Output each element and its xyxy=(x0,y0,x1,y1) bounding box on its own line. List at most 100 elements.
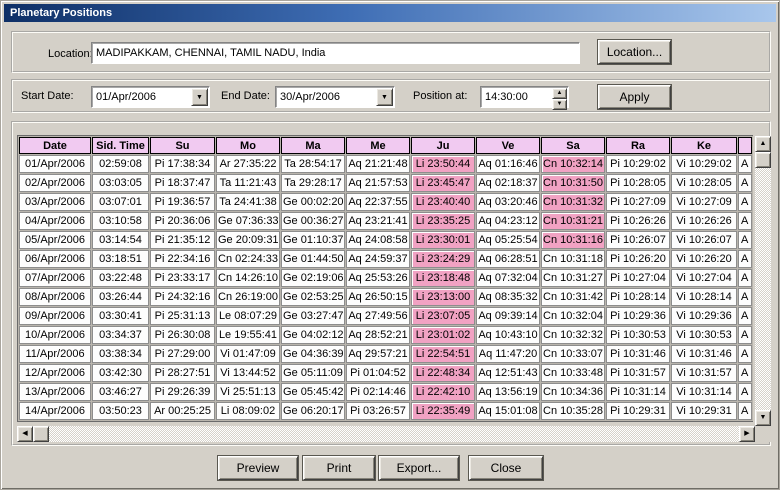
cell-sa: Cn 10:34:36 xyxy=(541,383,605,401)
column-header-ma: Ma xyxy=(281,137,345,154)
column-header-ju: Ju xyxy=(411,137,475,154)
cell-ju: Li 22:42:10 xyxy=(411,383,475,401)
start-date-label: Start Date: xyxy=(21,90,74,102)
table-row[interactable]: 12/Apr/2006 03:42:30 Pi 28:27:51 Vi 13:44:5… xyxy=(19,364,752,382)
table-row[interactable]: 05/Apr/2006 03:14:54 Pi 21:35:12 Ge 20:09:3… xyxy=(19,231,752,249)
cell-partial: A xyxy=(738,307,752,325)
scroll-left-arrow-icon[interactable]: ◀ xyxy=(17,426,33,442)
cell-mo: Cn 26:19:00 xyxy=(216,288,280,306)
table-row[interactable]: 04/Apr/2006 03:10:58 Pi 20:36:06 Ge 07:36:3… xyxy=(19,212,752,230)
cell-ra: Pi 10:28:05 xyxy=(606,174,670,192)
cell-partial: A xyxy=(738,269,752,287)
cell-ve: Aq 10:43:10 xyxy=(476,326,540,344)
table-row[interactable]: 02/Apr/2006 03:03:05 Pi 18:37:47 Ta 11:21:4… xyxy=(19,174,752,192)
cell-ke: Vi 10:29:36 xyxy=(671,307,737,325)
cell-ra: Pi 10:29:36 xyxy=(606,307,670,325)
cell-ra: Pi 10:26:07 xyxy=(606,231,670,249)
cell-me: Pi 01:04:52 xyxy=(346,364,410,382)
positions-table: Date Sid. Time Su Mo Ma Me Ju Ve Sa Ra Ke 01/Apr/2… xyxy=(17,135,753,422)
cell-ju: Li 23:01:02 xyxy=(411,326,475,344)
location-button[interactable]: Location... xyxy=(597,39,672,65)
column-header-partial xyxy=(738,137,752,154)
cell-su: Pi 26:30:08 xyxy=(150,326,215,344)
table-row[interactable]: 09/Apr/2006 03:30:41 Pi 25:31:13 Le 08:07:2… xyxy=(19,307,752,325)
table-row[interactable]: 01/Apr/2006 02:59:08 Pi 17:38:34 Ar 27:35:2… xyxy=(19,155,752,173)
cell-ma: Ge 00:02:20 xyxy=(281,193,345,211)
cell-me: Aq 21:57:53 xyxy=(346,174,410,192)
print-button[interactable]: Print xyxy=(302,455,376,481)
table-row[interactable]: 06/Apr/2006 03:18:51 Pi 22:34:16 Cn 02:24:3… xyxy=(19,250,752,268)
table-row[interactable]: 08/Apr/2006 03:26:44 Pi 24:32:16 Cn 26:19:0… xyxy=(19,288,752,306)
cell-ke: Vi 10:29:31 xyxy=(671,402,737,420)
start-date-combobox[interactable]: 01/Apr/2006 ▼ xyxy=(91,86,210,108)
cell-partial: A xyxy=(738,364,752,382)
cell-mo: Ge 20:09:31 xyxy=(216,231,280,249)
apply-button[interactable]: Apply xyxy=(597,84,672,110)
cell-partial: A xyxy=(738,345,752,363)
end-date-dropdown-arrow-icon[interactable]: ▼ xyxy=(376,88,393,106)
cell-me: Aq 26:50:15 xyxy=(346,288,410,306)
table-row[interactable]: 03/Apr/2006 03:07:01 Pi 19:36:57 Ta 24:41:3… xyxy=(19,193,752,211)
cell-ve: Aq 15:01:08 xyxy=(476,402,540,420)
cell-partial: A xyxy=(738,288,752,306)
scroll-up-arrow-icon[interactable]: ▲ xyxy=(755,136,771,152)
scroll-down-arrow-icon[interactable]: ▼ xyxy=(755,410,771,426)
position-time-spinner[interactable]: 14:30:00 ▲ ▼ xyxy=(480,86,569,110)
location-value: MADIPAKKAM, CHENNAI, TAMIL NADU, India xyxy=(96,47,326,59)
table-row[interactable]: 07/Apr/2006 03:22:48 Pi 23:33:17 Cn 14:26:1… xyxy=(19,269,752,287)
cell-mo: Cn 14:26:10 xyxy=(216,269,280,287)
cell-partial: A xyxy=(738,174,752,192)
preview-button[interactable]: Preview xyxy=(217,455,299,481)
column-header-ra: Ra xyxy=(606,137,670,154)
location-input[interactable]: MADIPAKKAM, CHENNAI, TAMIL NADU, India xyxy=(91,42,580,64)
cell-sa: Cn 10:35:28 xyxy=(541,402,605,420)
close-button[interactable]: Close xyxy=(468,455,544,481)
export-button[interactable]: Export... xyxy=(378,455,460,481)
horizontal-scrollbar[interactable]: ◀ ▶ xyxy=(17,426,755,442)
cell-sid-time: 03:30:41 xyxy=(92,307,149,325)
spinner-down-icon[interactable]: ▼ xyxy=(552,99,567,110)
table-row[interactable]: 14/Apr/2006 03:50:23 Ar 00:25:25 Li 08:09:0… xyxy=(19,402,752,420)
vertical-scroll-thumb[interactable] xyxy=(755,152,771,168)
scroll-right-arrow-icon[interactable]: ▶ xyxy=(739,426,755,442)
cell-sa: Cn 10:32:32 xyxy=(541,326,605,344)
table-row[interactable]: 10/Apr/2006 03:34:37 Pi 26:30:08 Le 19:55:4… xyxy=(19,326,752,344)
cell-ke: Vi 10:26:26 xyxy=(671,212,737,230)
end-date-combobox[interactable]: 30/Apr/2006 ▼ xyxy=(275,86,395,108)
vertical-scrollbar[interactable]: ▲ ▼ xyxy=(755,136,771,426)
cell-su: Pi 25:31:13 xyxy=(150,307,215,325)
cell-ra: Pi 10:28:14 xyxy=(606,288,670,306)
cell-date: 07/Apr/2006 xyxy=(19,269,91,287)
cell-sid-time: 03:26:44 xyxy=(92,288,149,306)
table-row[interactable]: 11/Apr/2006 03:38:34 Pi 27:29:00 Vi 01:47:0… xyxy=(19,345,752,363)
cell-mo: Le 19:55:41 xyxy=(216,326,280,344)
vertical-scroll-track[interactable] xyxy=(755,152,771,410)
cell-ra: Pi 10:29:02 xyxy=(606,155,670,173)
cell-su: Pi 23:33:17 xyxy=(150,269,215,287)
cell-su: Pi 29:26:39 xyxy=(150,383,215,401)
cell-ve: Aq 06:28:51 xyxy=(476,250,540,268)
cell-ve: Aq 11:47:20 xyxy=(476,345,540,363)
cell-partial: A xyxy=(738,383,752,401)
cell-sid-time: 03:38:34 xyxy=(92,345,149,363)
cell-me: Aq 24:08:58 xyxy=(346,231,410,249)
cell-ma: Ge 03:27:47 xyxy=(281,307,345,325)
cell-date: 01/Apr/2006 xyxy=(19,155,91,173)
cell-date: 04/Apr/2006 xyxy=(19,212,91,230)
cell-sid-time: 03:50:23 xyxy=(92,402,149,420)
horizontal-scroll-thumb[interactable] xyxy=(33,426,49,442)
cell-ke: Vi 10:29:02 xyxy=(671,155,737,173)
cell-ju: Li 23:18:48 xyxy=(411,269,475,287)
cell-sid-time: 03:18:51 xyxy=(92,250,149,268)
cell-date: 14/Apr/2006 xyxy=(19,402,91,420)
cell-mo: Vi 01:47:09 xyxy=(216,345,280,363)
table-row[interactable]: 13/Apr/2006 03:46:27 Pi 29:26:39 Vi 25:51:1… xyxy=(19,383,752,401)
title-bar[interactable]: Planetary Positions xyxy=(4,4,776,22)
spinner-up-icon[interactable]: ▲ xyxy=(552,88,567,99)
start-date-dropdown-arrow-icon[interactable]: ▼ xyxy=(191,88,208,106)
column-header-su: Su xyxy=(150,137,215,154)
cell-ke: Vi 10:31:46 xyxy=(671,345,737,363)
horizontal-scroll-track[interactable] xyxy=(33,426,739,442)
cell-sid-time: 03:22:48 xyxy=(92,269,149,287)
cell-ke: Vi 10:31:14 xyxy=(671,383,737,401)
